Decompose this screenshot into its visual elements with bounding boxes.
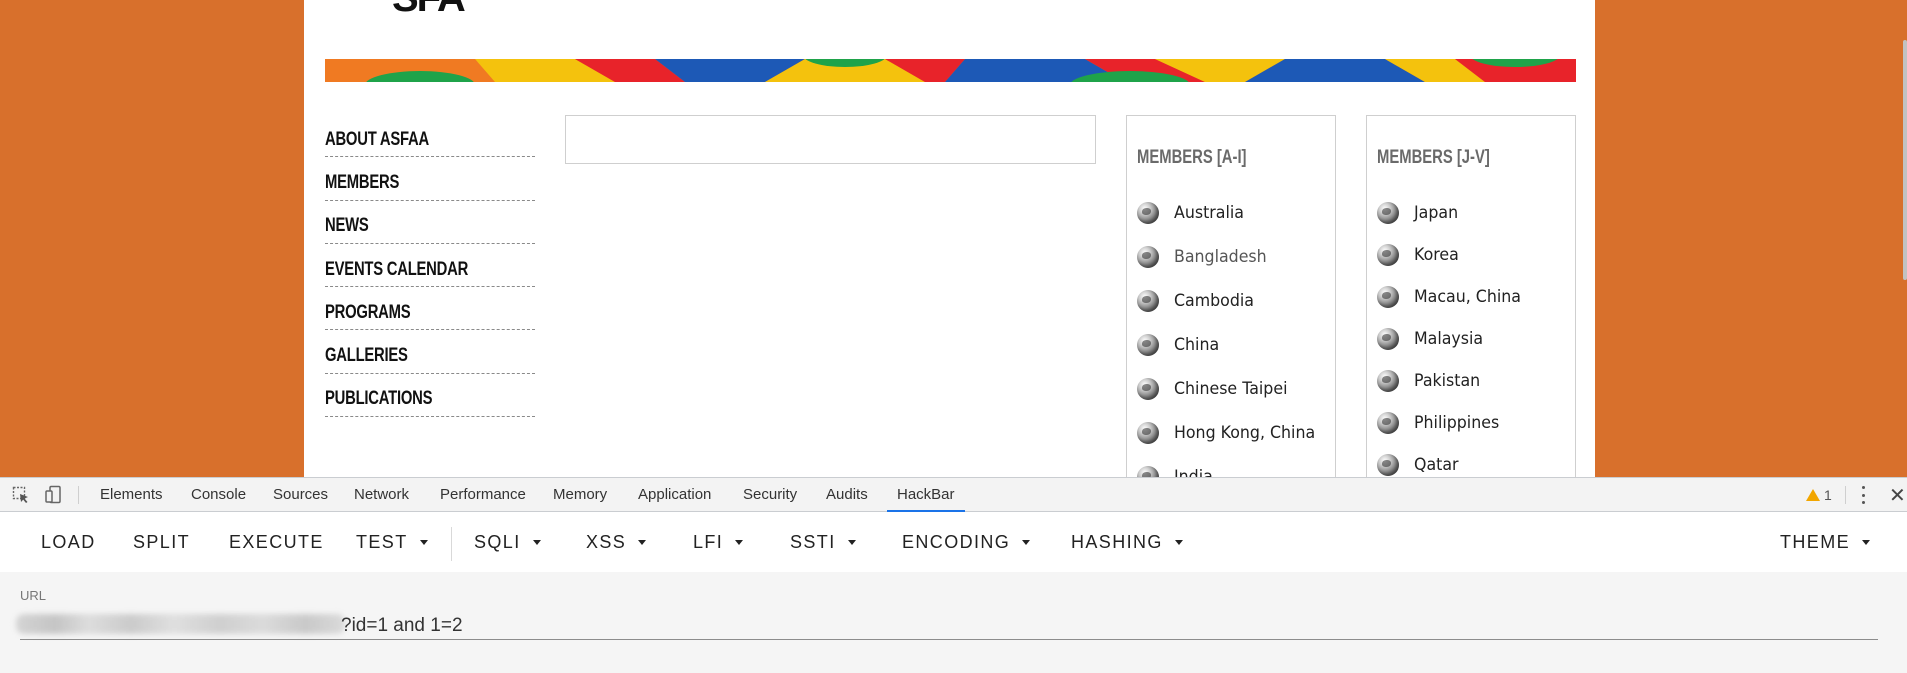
member-bangladesh[interactable]: Bangladesh <box>1137 246 1326 293</box>
nav-item-about-asfaa[interactable]: ABOUT ASFAA <box>325 114 535 158</box>
url-input[interactable]: ?id=1 and 1=2 <box>16 610 1878 640</box>
tab-memory[interactable]: Memory <box>553 478 607 512</box>
tab-performance[interactable]: Performance <box>440 478 526 512</box>
chevron-down-icon <box>1022 540 1031 545</box>
chevron-down-icon <box>847 540 856 545</box>
tab-network[interactable]: Network <box>354 478 409 512</box>
nav-item-members[interactable]: MEMBERS <box>325 157 535 201</box>
nav-item-events-calendar[interactable]: EVENTS CALENDAR <box>325 244 535 288</box>
tab-sources[interactable]: Sources <box>273 478 328 512</box>
nav-item-publications[interactable]: PUBLICATIONS <box>325 374 535 418</box>
tab-hackbar[interactable]: HackBar <box>887 478 964 512</box>
content-box <box>565 115 1096 164</box>
members-a-i-panel: MEMBERS [A-I] Australia Bangladesh Cambo… <box>1126 115 1336 477</box>
devtools-tab-bar: Elements Console Sources Network Perform… <box>0 478 1907 512</box>
member-chinese-taipei[interactable]: Chinese Taipei <box>1137 378 1326 425</box>
member-philippines[interactable]: Philippines <box>1377 412 1529 457</box>
globe-icon <box>1137 290 1159 312</box>
hackbar-url-area: URL ?id=1 and 1=2 <box>0 572 1907 673</box>
member-malaysia[interactable]: Malaysia <box>1377 328 1529 373</box>
globe-icon <box>1377 412 1399 434</box>
members-j-v-title: MEMBERS [J-V] <box>1377 147 1490 168</box>
encoding-dropdown-button[interactable]: ENCODING <box>902 513 1031 572</box>
hashing-dropdown-button[interactable]: HASHING <box>1071 513 1183 572</box>
tab-security[interactable]: Security <box>743 478 797 512</box>
split-button[interactable]: SPLIT <box>133 513 190 572</box>
globe-icon <box>1377 328 1399 350</box>
page-scrollbar[interactable] <box>1901 0 1907 477</box>
globe-icon <box>1377 454 1399 476</box>
nav-item-galleries[interactable]: GALLERIES <box>325 330 535 374</box>
globe-icon <box>1137 378 1159 400</box>
theme-dropdown-button[interactable]: THEME <box>1780 513 1870 572</box>
members-a-i-title: MEMBERS [A-I] <box>1137 147 1247 168</box>
globe-icon <box>1377 370 1399 392</box>
execute-button[interactable]: EXECUTE <box>229 513 324 572</box>
member-china[interactable]: China <box>1137 334 1326 381</box>
member-macau-china[interactable]: Macau, China <box>1377 286 1529 331</box>
member-cambodia[interactable]: Cambodia <box>1137 290 1326 337</box>
redacted-url-host <box>16 614 345 634</box>
test-dropdown-button[interactable]: TEST <box>356 513 428 572</box>
tab-audits[interactable]: Audits <box>826 478 868 512</box>
sqli-dropdown-button[interactable]: SQLI <box>474 513 541 572</box>
inspect-icon[interactable] <box>11 485 31 505</box>
warning-icon <box>1806 489 1820 501</box>
globe-icon <box>1137 202 1159 224</box>
tab-console[interactable]: Console <box>191 478 246 512</box>
url-query-text: ?id=1 and 1=2 <box>341 615 463 636</box>
tab-separator <box>1845 486 1846 504</box>
device-toolbar-icon[interactable] <box>44 485 64 505</box>
site-logo[interactable]: SFA <box>392 0 466 18</box>
member-australia[interactable]: Australia <box>1137 202 1326 249</box>
member-hong-kong-china[interactable]: Hong Kong, China <box>1137 422 1326 469</box>
globe-icon <box>1377 286 1399 308</box>
chevron-down-icon <box>1174 540 1183 545</box>
browser-viewport: SFA ABOUT <box>0 0 1907 477</box>
lfi-dropdown-button[interactable]: LFI <box>693 513 744 572</box>
members-a-i-list: Australia Bangladesh Cambodia China Chin… <box>1137 202 1326 477</box>
warning-counter[interactable]: 1 <box>1806 478 1832 512</box>
tab-application[interactable]: Application <box>638 478 711 512</box>
chevron-down-icon <box>735 540 744 545</box>
globe-icon <box>1137 422 1159 444</box>
close-icon[interactable]: ✕ <box>1889 478 1906 512</box>
scrollbar-thumb[interactable] <box>1903 40 1907 280</box>
nav-item-news[interactable]: NEWS <box>325 201 535 244</box>
tab-elements[interactable]: Elements <box>100 478 163 512</box>
chevron-down-icon <box>419 540 428 545</box>
globe-icon <box>1377 202 1399 224</box>
tab-separator <box>78 486 79 504</box>
nav-item-programs[interactable]: PROGRAMS <box>325 287 535 331</box>
url-label: URL <box>20 588 47 603</box>
load-button[interactable]: LOAD <box>41 513 96 572</box>
member-qatar[interactable]: Qatar <box>1377 454 1529 477</box>
devtools-panel: Elements Console Sources Network Perform… <box>0 477 1907 673</box>
main-navigation: ABOUT ASFAA MEMBERS NEWS EVENTS CALENDAR… <box>325 114 535 418</box>
hackbar-toolbar: LOAD SPLIT EXECUTE TEST SQLI XSS LFI SST… <box>0 513 1907 572</box>
member-japan[interactable]: Japan <box>1377 202 1529 247</box>
member-korea[interactable]: Korea <box>1377 244 1529 289</box>
web-page: SFA ABOUT <box>304 0 1595 477</box>
decorative-banner <box>325 59 1576 82</box>
members-j-v-list: Japan Korea Macau, China Malaysia Pakist… <box>1377 202 1529 477</box>
chevron-down-icon <box>638 540 647 545</box>
members-j-v-panel: MEMBERS [J-V] Japan Korea Macau, China M… <box>1366 115 1576 477</box>
member-pakistan[interactable]: Pakistan <box>1377 370 1529 415</box>
globe-icon <box>1137 334 1159 356</box>
xss-dropdown-button[interactable]: XSS <box>586 513 647 572</box>
globe-icon <box>1377 244 1399 266</box>
toolbar-divider <box>451 527 452 561</box>
chevron-down-icon <box>532 540 541 545</box>
kebab-menu-icon[interactable] <box>1860 486 1866 504</box>
chevron-down-icon <box>1862 540 1870 545</box>
member-india[interactable]: India <box>1137 466 1326 477</box>
ssti-dropdown-button[interactable]: SSTI <box>790 513 856 572</box>
globe-icon <box>1137 246 1159 268</box>
